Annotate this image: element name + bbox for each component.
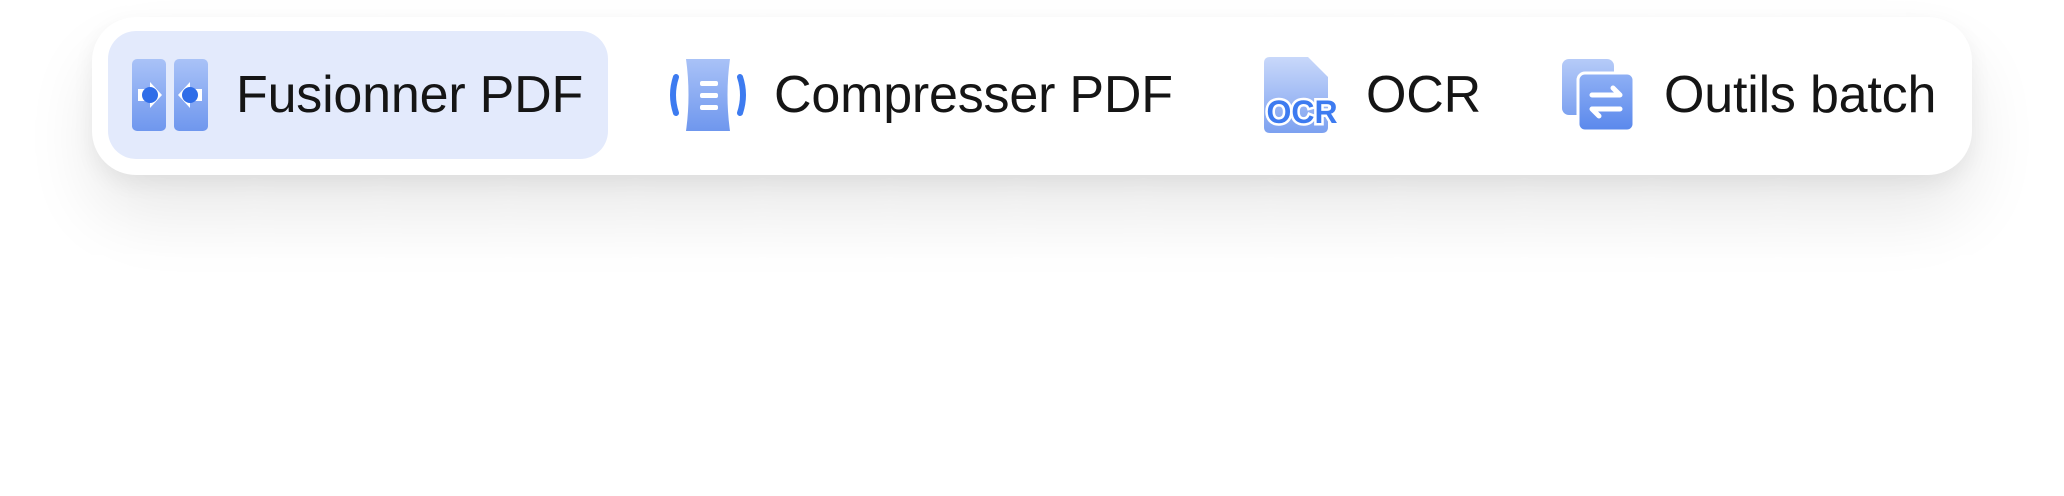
tool-toolbar: Fusionner PDF Compresser PDF OCR OCR Out… xyxy=(92,17,1972,175)
merge-pdf-icon xyxy=(130,55,210,135)
compress-pdf-label: Compresser PDF xyxy=(774,66,1173,124)
merge-pdf-button[interactable]: Fusionner PDF xyxy=(108,31,608,159)
batch-tools-label: Outils batch xyxy=(1664,66,1937,124)
ocr-label: OCR xyxy=(1366,66,1481,124)
merge-pdf-label: Fusionner PDF xyxy=(236,66,584,124)
svg-text:OCR: OCR xyxy=(1266,94,1337,130)
ocr-button[interactable]: OCR OCR xyxy=(1250,31,1590,159)
batch-tools-icon xyxy=(1558,55,1638,135)
batch-tools-button[interactable]: Outils batch xyxy=(1548,31,1968,159)
compress-pdf-icon xyxy=(668,55,748,135)
compress-pdf-button[interactable]: Compresser PDF xyxy=(658,31,1298,159)
ocr-icon: OCR xyxy=(1260,55,1340,135)
